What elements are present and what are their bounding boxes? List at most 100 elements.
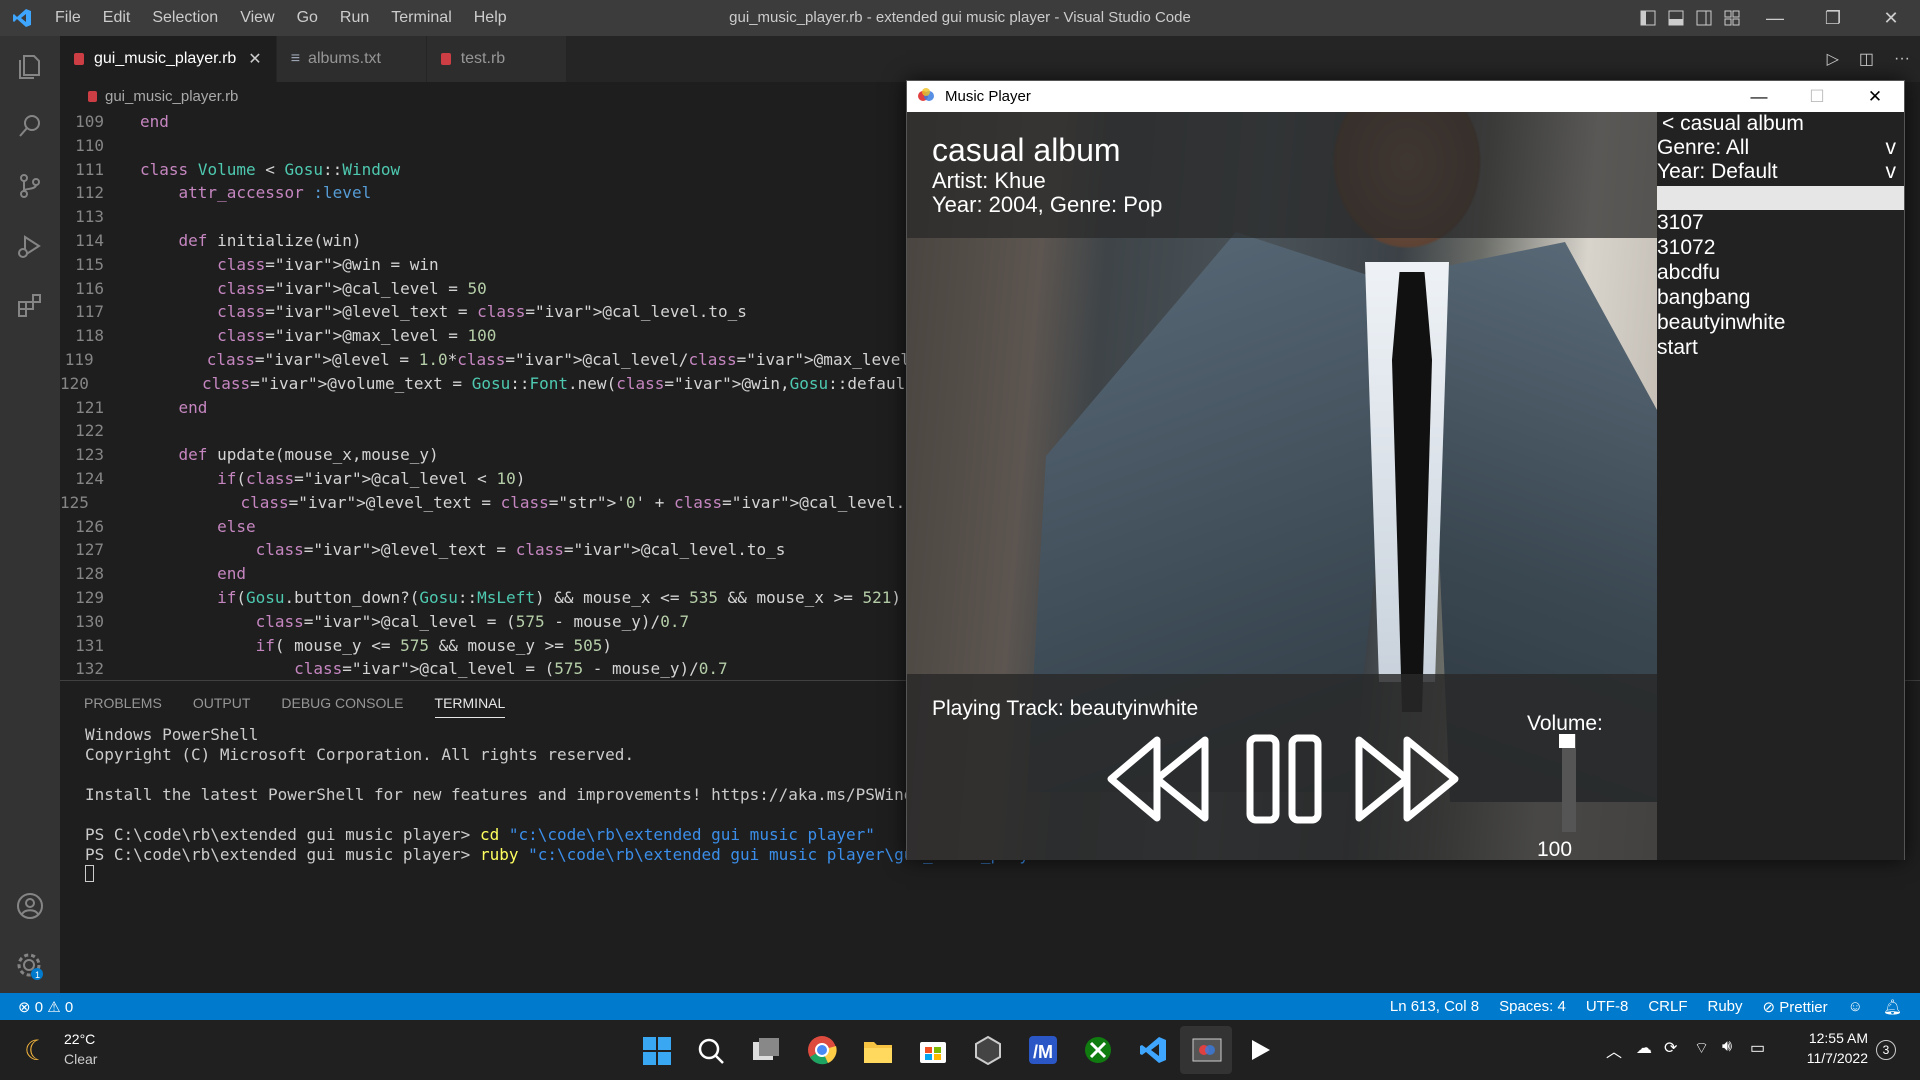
menu-edit[interactable]: Edit xyxy=(92,9,142,27)
unity-icon[interactable] xyxy=(973,1035,1003,1065)
code-line: 121 end xyxy=(60,396,910,420)
vscode-taskbar-icon[interactable] xyxy=(1138,1035,1168,1065)
feedback-icon[interactable]: ☺ xyxy=(1848,998,1863,1015)
toggle-sidebar-icon[interactable] xyxy=(1634,0,1662,36)
menu-run[interactable]: Run xyxy=(329,9,380,27)
album-title: casual album xyxy=(932,132,1121,168)
menu-file[interactable]: File xyxy=(44,9,92,27)
problems-status[interactable]: ⊗ 0 ⚠ 0 xyxy=(18,998,73,1016)
volume-slider[interactable] xyxy=(1562,734,1576,832)
chrome-icon[interactable] xyxy=(806,1034,838,1066)
breadcrumb: gui_music_player.rb xyxy=(60,82,910,110)
mp-minimize-button[interactable]: — xyxy=(1730,81,1788,112)
explorer-icon[interactable] xyxy=(0,36,60,96)
back-to-albums-button[interactable]: < casual album xyxy=(1657,112,1904,136)
music-player-taskbar-icon[interactable] xyxy=(1192,1035,1222,1065)
track-item[interactable]: 3107 xyxy=(1657,210,1904,235)
run-debug-icon[interactable] xyxy=(0,216,60,276)
menu-selection[interactable]: Selection xyxy=(141,9,229,27)
extensions-icon[interactable] xyxy=(0,276,60,336)
previous-track-button[interactable] xyxy=(1107,732,1212,827)
menu-go[interactable]: Go xyxy=(286,9,329,27)
line-number: 129 xyxy=(75,587,104,607)
terminal-taskbar-icon[interactable] xyxy=(1248,1036,1276,1064)
album-sidebar: < casual album Genre: All v Year: Default… xyxy=(1657,112,1904,860)
line-number: 125 xyxy=(60,492,89,512)
clock-time[interactable]: 12:55 AM xyxy=(1800,1030,1868,1046)
tab-gui-music-player[interactable]: gui_music_player.rb ✕ xyxy=(60,36,277,82)
task-view-icon[interactable] xyxy=(751,1036,781,1066)
end-of-line[interactable]: CRLF xyxy=(1648,998,1687,1015)
notifications-bell-icon[interactable]: 🔔︎ xyxy=(1883,998,1902,1016)
onedrive-icon[interactable]: ☁ xyxy=(1636,1038,1652,1058)
tab-problems[interactable]: PROBLEMS xyxy=(84,689,162,717)
volume-value: 100 xyxy=(1537,838,1573,860)
close-window-button[interactable]: ✕ xyxy=(1862,0,1920,36)
restore-button[interactable]: ❐ xyxy=(1804,0,1862,36)
track-item[interactable]: beautyinwhite xyxy=(1657,310,1904,335)
code-editor[interactable]: 109 end 110 111 class Volume < Gosu::Window 1… xyxy=(60,110,910,680)
sync-icon[interactable]: ⟳ xyxy=(1664,1038,1677,1058)
battery-icon[interactable]: ▭ xyxy=(1750,1038,1765,1058)
weather-temperature[interactable]: 22°C xyxy=(64,1031,95,1047)
code-line: 132 class="ivar">@cal_level = (575 - mou… xyxy=(60,657,910,680)
encoding[interactable]: UTF-8 xyxy=(1586,998,1629,1015)
code-line: 125 class="ivar">@level_text = class="st… xyxy=(60,491,910,515)
toggle-panel-icon[interactable] xyxy=(1662,0,1690,36)
search-taskbar-icon[interactable] xyxy=(696,1036,726,1066)
track-item[interactable]: bangbang xyxy=(1657,285,1904,310)
search-box[interactable] xyxy=(1657,186,1904,210)
tab-test-rb[interactable]: test.rb xyxy=(426,36,567,82)
year-filter[interactable]: Year: Default v xyxy=(1657,160,1904,184)
code-text: def update(mouse_x,mouse_y) xyxy=(178,445,439,465)
volume-slider-knob[interactable] xyxy=(1559,734,1575,748)
mp-close-button[interactable]: ✕ xyxy=(1846,81,1904,112)
menu-help[interactable]: Help xyxy=(463,9,518,27)
prettier-status[interactable]: ⊘ Prettier xyxy=(1763,998,1828,1016)
next-track-button[interactable] xyxy=(1355,732,1460,827)
mathway-icon[interactable]: /M xyxy=(1028,1035,1058,1065)
tab-albums-txt[interactable]: ≡ albums.txt xyxy=(276,36,427,82)
minimize-button[interactable]: — xyxy=(1746,0,1804,36)
line-number: 128 xyxy=(75,564,104,584)
tab-terminal[interactable]: TERMINAL xyxy=(434,689,506,718)
genre-filter[interactable]: Genre: All v xyxy=(1657,136,1904,160)
show-hidden-icons[interactable]: ︿ xyxy=(1606,1038,1622,1062)
pause-button[interactable] xyxy=(1245,732,1325,827)
language-mode[interactable]: Ruby xyxy=(1707,998,1742,1015)
volume-icon[interactable]: 🔊︎ xyxy=(1722,1038,1732,1056)
more-actions-icon[interactable]: ··· xyxy=(1894,50,1910,68)
microsoft-store-icon[interactable] xyxy=(918,1035,948,1065)
file-explorer-icon[interactable] xyxy=(862,1036,894,1066)
track-item[interactable]: abcdfu xyxy=(1657,260,1904,285)
code-line: 129 if(Gosu.button_down?(Gosu::MsLeft) &… xyxy=(60,586,910,610)
tab-debug-console[interactable]: DEBUG CONSOLE xyxy=(281,689,403,717)
svg-text:1: 1 xyxy=(35,970,40,980)
code-text: end xyxy=(178,397,208,417)
settings-gear-icon[interactable]: 1 xyxy=(0,936,60,996)
track-item[interactable]: start xyxy=(1657,335,1904,360)
run-file-icon[interactable]: ▷ xyxy=(1827,49,1839,69)
weather-description[interactable]: Clear xyxy=(64,1051,97,1067)
menu-view[interactable]: View xyxy=(229,9,285,27)
xbox-icon[interactable] xyxy=(1083,1035,1113,1065)
track-item[interactable]: 31072 xyxy=(1657,235,1904,260)
cursor-position[interactable]: Ln 613, Col 8 xyxy=(1390,998,1479,1015)
search-icon[interactable] xyxy=(0,96,60,156)
toggle-secondary-sidebar-icon[interactable] xyxy=(1690,0,1718,36)
split-editor-icon[interactable]: ◫ xyxy=(1859,49,1874,69)
close-tab-icon[interactable]: ✕ xyxy=(248,49,261,69)
indentation[interactable]: Spaces: 4 xyxy=(1499,998,1566,1015)
code-line: 116 class="ivar">@cal_level = 50 xyxy=(60,277,910,301)
menu-terminal[interactable]: Terminal xyxy=(380,9,462,27)
tab-output[interactable]: OUTPUT xyxy=(193,689,251,717)
code-text: end xyxy=(140,112,169,131)
wifi-icon[interactable]: ⌔ xyxy=(1694,1038,1709,1058)
accounts-icon[interactable] xyxy=(0,876,60,936)
breadcrumb-file[interactable]: gui_music_player.rb xyxy=(105,88,238,105)
notification-count-badge[interactable]: 3 xyxy=(1876,1040,1896,1060)
source-control-icon[interactable] xyxy=(0,156,60,216)
start-button-icon[interactable] xyxy=(642,1036,672,1066)
customize-layout-icon[interactable] xyxy=(1718,0,1746,36)
clock-date[interactable]: 11/7/2022 xyxy=(1800,1050,1868,1066)
